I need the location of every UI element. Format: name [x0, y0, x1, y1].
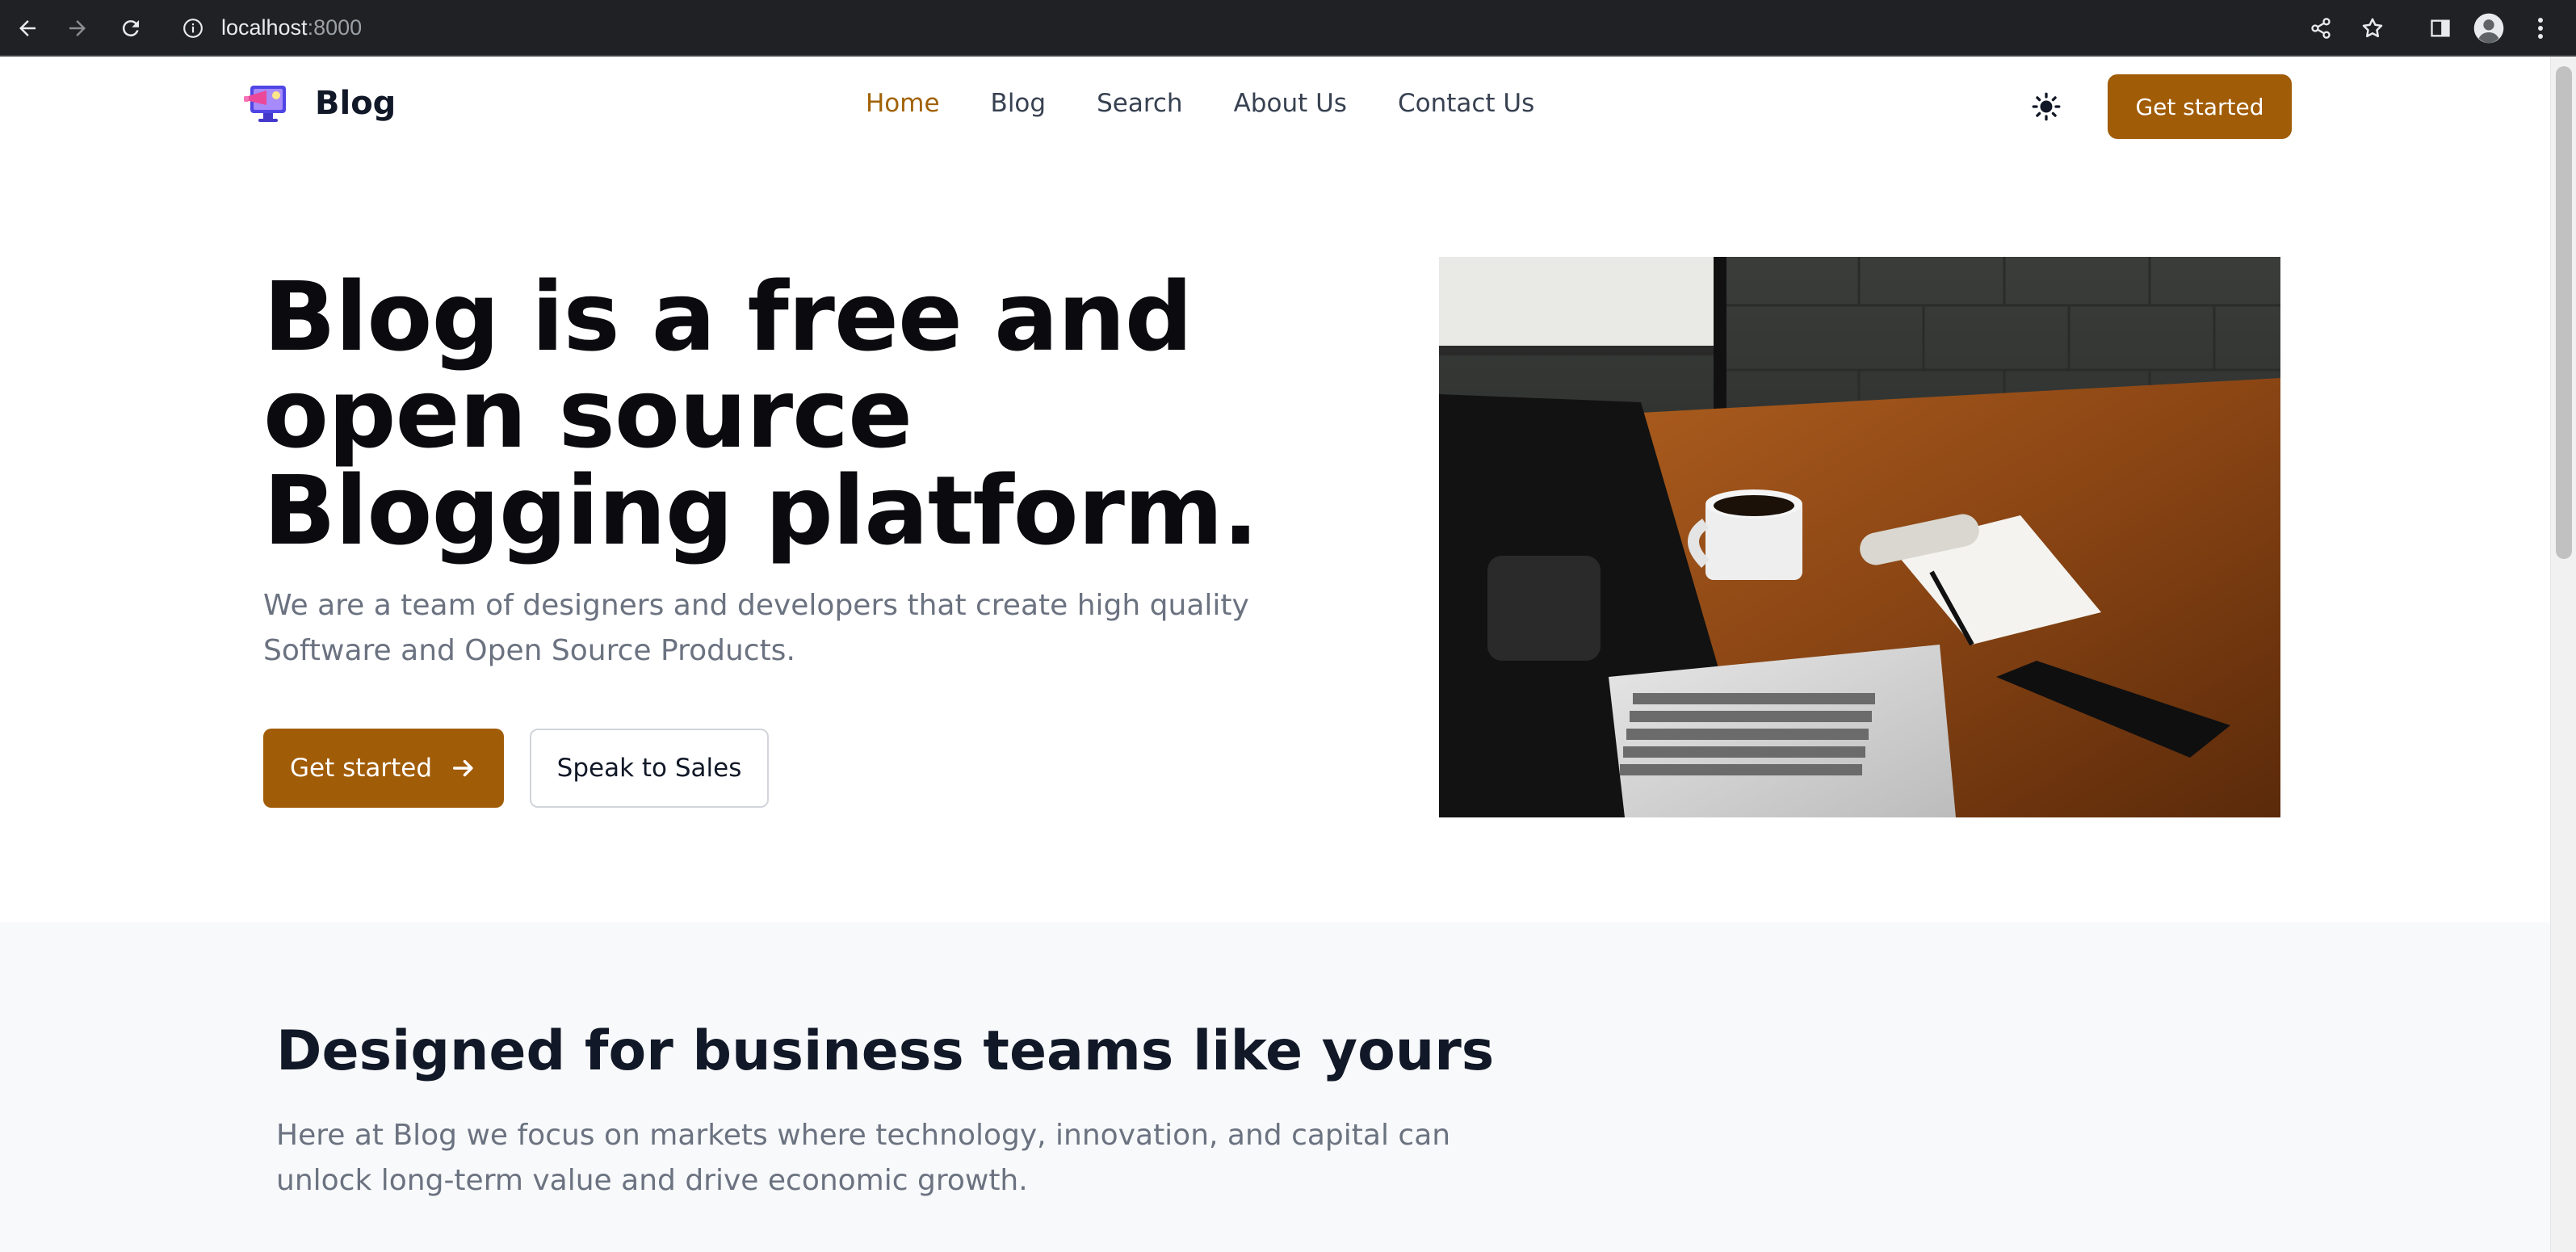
arrow-right-icon — [452, 759, 473, 777]
share-icon[interactable] — [2303, 11, 2339, 46]
info-icon[interactable] — [183, 18, 203, 39]
site-header: Blog Home Blog Search About Us Contact U… — [0, 57, 2550, 155]
hero-subtitle: We are a team of designers and developer… — [263, 589, 1249, 667]
back-arrow-icon[interactable] — [10, 11, 45, 46]
side-panel-icon[interactable] — [2423, 11, 2458, 46]
features-section: Designed for business teams like yours H… — [0, 922, 2550, 1252]
hero-image — [1439, 257, 2280, 817]
nav-contact-us[interactable]: Contact Us — [1398, 89, 1534, 118]
features-title: Designed for business teams like yours — [276, 1019, 1495, 1083]
blog-logo-icon — [244, 86, 286, 122]
nav-about-us[interactable]: About Us — [1234, 89, 1347, 118]
brand-name: Blog — [315, 85, 396, 122]
kebab-menu-icon[interactable] — [2523, 11, 2558, 46]
get-started-label: Get started — [289, 754, 433, 783]
features-subtitle: Here at Blog we focus on markets where t… — [276, 1119, 1451, 1197]
reload-icon[interactable] — [113, 11, 149, 46]
page-scrollbar[interactable] — [2550, 57, 2576, 1252]
nav-home[interactable]: Home — [866, 89, 940, 118]
forward-arrow-icon[interactable] — [60, 11, 95, 46]
scrollbar-thumb[interactable] — [2556, 66, 2572, 559]
nav-blog[interactable]: Blog — [991, 89, 1047, 118]
header-get-started-button[interactable]: Get started — [2108, 74, 2292, 139]
bookmark-star-icon[interactable] — [2355, 11, 2390, 46]
main-nav: Home Blog Search About Us Contact Us — [866, 89, 1585, 118]
speak-to-sales-button[interactable]: Speak to Sales — [530, 729, 769, 808]
hero-title: Blog is a free and open source Blogging … — [263, 261, 1259, 566]
address-bar[interactable]: localhost:8000 — [168, 6, 2268, 50]
url-port: :8000 — [307, 15, 363, 40]
browser-toolbar: localhost:8000 — [0, 0, 2576, 57]
get-started-button[interactable]: Get started — [263, 729, 504, 808]
url-text[interactable]: localhost:8000 — [221, 15, 362, 40]
url-host: localhost — [221, 15, 308, 40]
nav-search[interactable]: Search — [1097, 89, 1183, 118]
profile-avatar-icon[interactable] — [2471, 11, 2507, 46]
home-logo-link[interactable]: Blog — [242, 81, 396, 126]
sun-icon[interactable] — [2032, 92, 2061, 121]
